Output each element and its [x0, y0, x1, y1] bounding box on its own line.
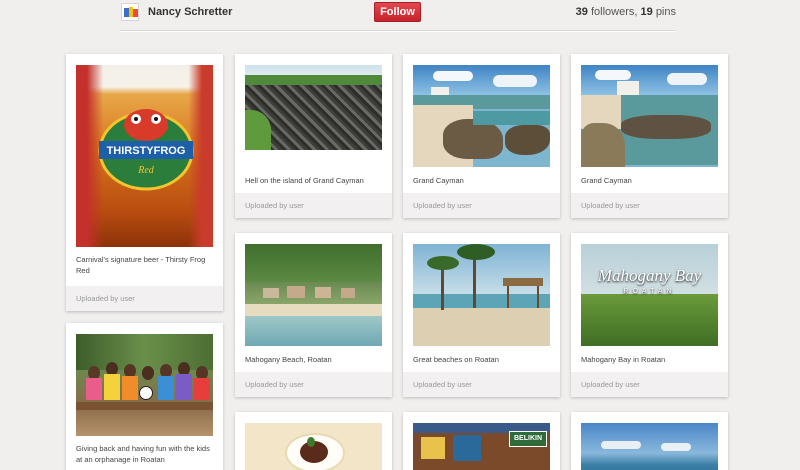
pin-caption: Mahogany Beach, Roatan — [245, 355, 332, 364]
pin-source: Uploaded by user — [571, 372, 728, 397]
pin-card[interactable]: Mahogany Bay ROATAN Mahogany Bay in Roat… — [571, 233, 728, 397]
followers-count: 39 — [575, 6, 588, 18]
pin-caption: Carnival's signature beer - Thirsty Frog… — [76, 255, 206, 275]
avatar[interactable] — [121, 3, 139, 21]
pin-image[interactable]: THIRSTYFROG Red — [76, 65, 213, 247]
pin-card[interactable]: Grand Cayman Uploaded by user — [571, 54, 728, 218]
pin-source: Uploaded by user — [571, 193, 728, 218]
pin-caption: Mahogany Bay in Roatan — [581, 355, 666, 364]
pin-image[interactable]: BELIKIN — [413, 423, 550, 470]
pin-image[interactable] — [413, 244, 550, 346]
pin-caption: Grand Cayman — [581, 176, 632, 185]
pin-source: Uploaded by user — [403, 193, 560, 218]
pin-caption: Grand Cayman — [413, 176, 464, 185]
pin-card[interactable]: Giving back and having fun with the kids… — [66, 323, 223, 470]
belikin-sign: BELIKIN — [509, 431, 547, 447]
thirsty-frog-text: THIRSTYFROG — [107, 145, 186, 157]
pin-source: Uploaded by user — [235, 372, 392, 397]
mahogany-bay-title: Mahogany Bay — [597, 266, 702, 285]
pin-image[interactable] — [581, 423, 718, 470]
pins-label: pins — [655, 6, 676, 18]
profile-header: Nancy Schretter Follow 39 followers, 19 … — [0, 0, 800, 34]
pin-card[interactable]: Great beaches on Roatan Uploaded by user — [403, 233, 560, 397]
pin-card[interactable]: Mahogany Beach, Roatan Uploaded by user — [235, 233, 392, 397]
followers-label: followers, — [590, 6, 638, 18]
pin-card[interactable]: Hell on the island of Grand Cayman Uploa… — [235, 54, 392, 218]
pin-image[interactable] — [76, 334, 213, 436]
pin-image[interactable] — [413, 65, 550, 167]
pin-card[interactable]: THIRSTYFROG Red Carnival's signature bee… — [66, 54, 223, 311]
pin-source: Uploaded by user — [66, 286, 223, 311]
pins-count: 19 — [640, 6, 653, 18]
pin-caption: Hell on the island of Grand Cayman — [245, 176, 364, 185]
mahogany-bay-subtitle: ROATAN — [623, 288, 676, 295]
pin-card[interactable]: BELIKIN — [403, 412, 560, 470]
pin-source: Uploaded by user — [235, 193, 392, 218]
pin-caption: Giving back and having fun with the kids… — [76, 444, 210, 464]
header-divider — [120, 30, 675, 32]
pin-caption: Great beaches on Roatan — [413, 355, 499, 364]
pin-card[interactable] — [235, 412, 392, 470]
pin-image[interactable] — [245, 65, 382, 150]
follow-button[interactable]: Follow — [374, 2, 421, 22]
pin-image[interactable] — [245, 423, 382, 470]
pin-card[interactable] — [571, 412, 728, 470]
profile-stats: 39 followers, 19 pins — [576, 6, 676, 18]
pin-image[interactable]: Mahogany Bay ROATAN — [581, 244, 718, 346]
pin-source: Uploaded by user — [403, 372, 560, 397]
profile-name[interactable]: Nancy Schretter — [148, 6, 232, 18]
thirsty-frog-sub: Red — [137, 165, 155, 176]
pin-image[interactable] — [245, 244, 382, 346]
thirsty-frog-logo: THIRSTYFROG Red — [98, 109, 194, 191]
pin-image[interactable] — [581, 65, 718, 167]
pin-card[interactable]: Grand Cayman Uploaded by user — [403, 54, 560, 218]
